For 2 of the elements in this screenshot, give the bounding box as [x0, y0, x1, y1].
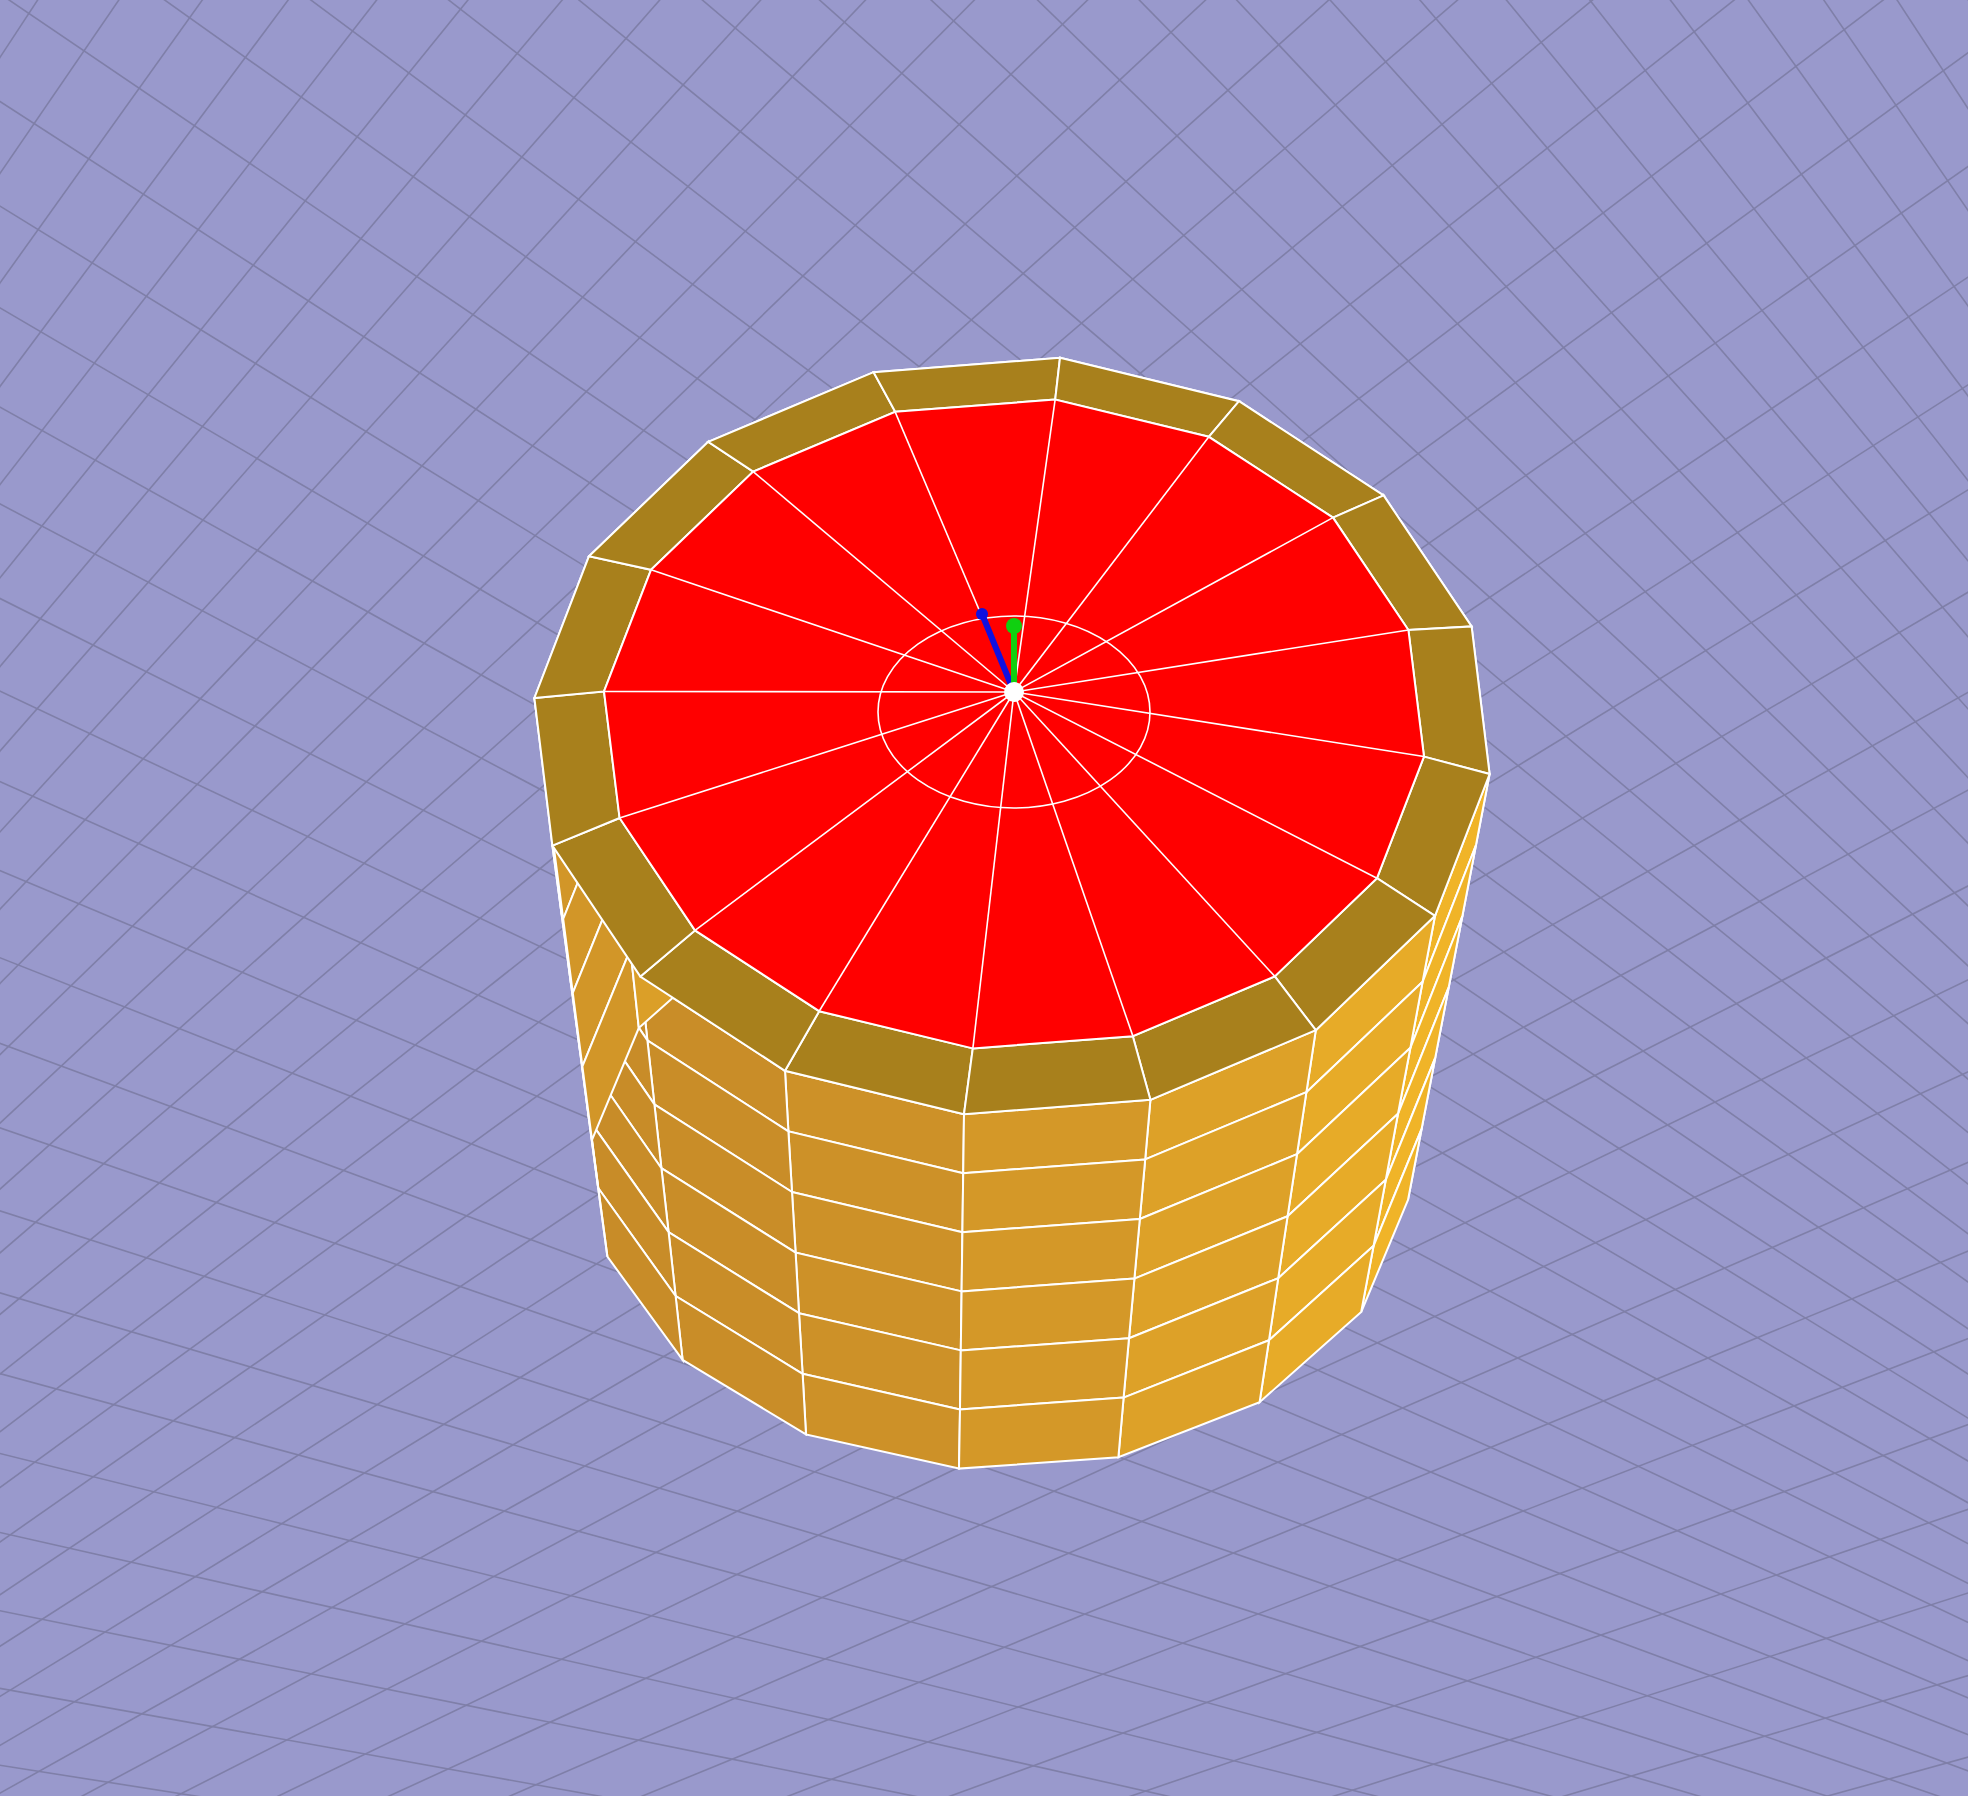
- axis-gizmo-icon[interactable]: [976, 608, 1024, 702]
- cylinder-drawing[interactable]: [532, 356, 1491, 1470]
